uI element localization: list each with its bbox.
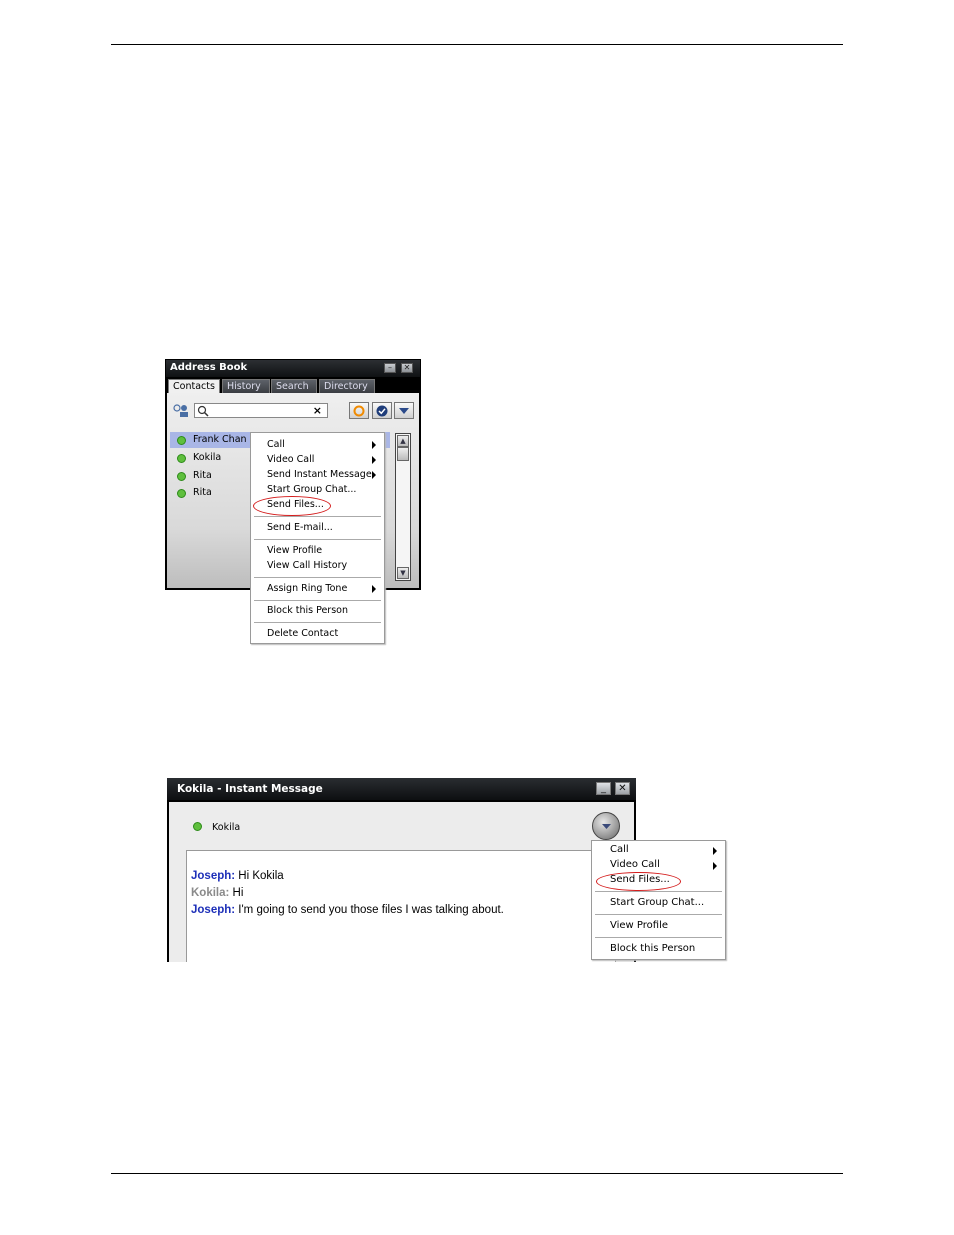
clear-search-icon[interactable]: × bbox=[313, 404, 322, 417]
menu-separator bbox=[595, 937, 722, 938]
menu-item-call[interactable]: Call bbox=[267, 439, 285, 450]
menu-item-assign-ring-tone[interactable]: Assign Ring Tone bbox=[267, 583, 347, 594]
tab-search[interactable]: Search bbox=[271, 379, 317, 393]
tab-history[interactable]: History bbox=[222, 379, 270, 393]
message-speaker: Joseph: bbox=[191, 870, 236, 882]
scroll-up-button[interactable]: ▲ bbox=[397, 435, 409, 447]
message-text: I'm going to send you those files I was … bbox=[235, 904, 504, 916]
chat-message: Joseph: I'm going to send you those file… bbox=[191, 904, 504, 916]
send-files-highlight-circle bbox=[253, 496, 331, 516]
presence-button[interactable] bbox=[349, 402, 369, 419]
im-title: Kokila - Instant Message bbox=[177, 783, 323, 795]
online-status-icon bbox=[177, 454, 186, 463]
contact-name: Rita bbox=[193, 487, 212, 498]
message-speaker: Kokila: bbox=[191, 887, 230, 899]
message-speaker: Joseph: bbox=[191, 904, 236, 916]
contact-name: Kokila bbox=[193, 452, 222, 463]
add-contact-icon[interactable] bbox=[172, 403, 190, 417]
minimize-button[interactable]: _ bbox=[596, 782, 611, 795]
menu-item-view-call-history[interactable]: View Call History bbox=[267, 560, 347, 571]
menu-item-send-email[interactable]: Send E-mail... bbox=[267, 522, 333, 533]
menu-separator bbox=[254, 600, 381, 601]
search-icon bbox=[197, 405, 209, 417]
contact-search-input[interactable]: × bbox=[194, 403, 328, 418]
submenu-arrow-icon bbox=[372, 585, 376, 593]
instant-message-window: Kokila - Instant Message _ ✕ Kokila Jose… bbox=[167, 778, 636, 962]
menu-separator bbox=[254, 539, 381, 540]
menu-item-view-profile[interactable]: View Profile bbox=[267, 545, 322, 556]
menu-item-start-group-chat[interactable]: Start Group Chat... bbox=[267, 484, 356, 495]
send-files-highlight-circle bbox=[596, 872, 681, 891]
menu-item-video-call[interactable]: Video Call bbox=[267, 454, 314, 465]
tab-directory[interactable]: Directory bbox=[319, 379, 375, 393]
contact-name: Rita bbox=[193, 470, 212, 481]
chevron-down-icon bbox=[602, 824, 611, 829]
im-titlebar: Kokila - Instant Message _ ✕ bbox=[167, 778, 636, 800]
im-body: Kokila Joseph: Hi Kokila Kokila: Hi Jose… bbox=[169, 802, 634, 962]
im-options-button[interactable] bbox=[592, 812, 620, 840]
menu-item-start-group-chat[interactable]: Start Group Chat... bbox=[610, 897, 704, 908]
message-text: Hi bbox=[229, 887, 244, 899]
menu-item-video-call[interactable]: Video Call bbox=[610, 859, 660, 870]
menu-item-block-person[interactable]: Block this Person bbox=[610, 943, 695, 954]
address-book-titlebar: Address Book – ✕ bbox=[166, 360, 420, 377]
submenu-arrow-icon bbox=[372, 456, 376, 464]
online-status-icon bbox=[193, 822, 202, 831]
menu-item-block-person[interactable]: Block this Person bbox=[267, 605, 348, 616]
menu-item-delete-contact[interactable]: Delete Contact bbox=[267, 628, 338, 639]
close-button[interactable]: ✕ bbox=[615, 782, 630, 795]
chat-transcript: Joseph: Hi Kokila Kokila: Hi Joseph: I'm… bbox=[186, 850, 616, 962]
chevron-down-icon bbox=[399, 408, 409, 414]
contacts-scrollbar[interactable]: ▲ ▼ bbox=[395, 433, 411, 581]
menu-separator bbox=[254, 516, 381, 517]
submenu-arrow-icon bbox=[713, 862, 717, 870]
im-context-menu: Call Video Call Send Files... Start Grou… bbox=[591, 840, 726, 960]
submenu-arrow-icon bbox=[713, 847, 717, 855]
options-dropdown-button[interactable] bbox=[394, 402, 414, 419]
scroll-down-button[interactable]: ▼ bbox=[397, 567, 409, 579]
menu-item-call[interactable]: Call bbox=[610, 844, 629, 855]
contact-context-menu: Call Video Call Send Instant Message Sta… bbox=[250, 432, 385, 644]
menu-item-send-instant-message[interactable]: Send Instant Message bbox=[267, 469, 372, 480]
chat-message: Joseph: Hi Kokila bbox=[191, 870, 284, 882]
online-status-icon bbox=[177, 436, 186, 445]
menu-item-view-profile[interactable]: View Profile bbox=[610, 920, 668, 931]
menu-separator bbox=[254, 577, 381, 578]
minimize-button[interactable]: – bbox=[384, 363, 396, 373]
menu-separator bbox=[595, 891, 722, 892]
message-text: Hi Kokila bbox=[235, 870, 284, 882]
tab-contacts[interactable]: Contacts bbox=[168, 379, 220, 393]
presence-icon bbox=[353, 405, 365, 417]
menu-separator bbox=[254, 622, 381, 623]
checkmark-icon bbox=[376, 405, 388, 417]
footer-rule bbox=[111, 1173, 843, 1174]
scroll-thumb[interactable] bbox=[397, 447, 409, 461]
close-button[interactable]: ✕ bbox=[401, 363, 413, 373]
online-status-icon bbox=[177, 472, 186, 481]
online-status-icon bbox=[177, 489, 186, 498]
header-rule bbox=[111, 44, 843, 45]
status-button[interactable] bbox=[372, 402, 392, 419]
address-book-title: Address Book bbox=[170, 362, 248, 373]
chat-message: Kokila: Hi bbox=[191, 887, 243, 899]
menu-separator bbox=[595, 914, 722, 915]
submenu-arrow-icon bbox=[372, 471, 376, 479]
contact-name: Frank Chan bbox=[193, 434, 247, 445]
im-contact-name: Kokila bbox=[212, 822, 241, 833]
submenu-arrow-icon bbox=[372, 441, 376, 449]
